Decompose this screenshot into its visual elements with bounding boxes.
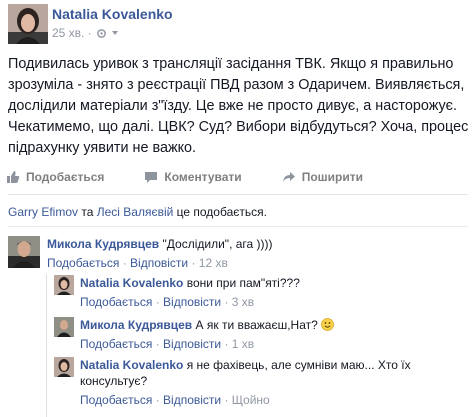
comment: Микола Кудрявцев "Дослідили", ага )))) П… bbox=[47, 236, 467, 271]
meta-separator: · bbox=[221, 337, 232, 351]
reply-avatar[interactable] bbox=[54, 275, 74, 295]
meta-separator: · bbox=[152, 295, 164, 309]
comment-icon bbox=[145, 172, 158, 183]
reply: Микола Кудрявцев А як ти вважаєш,Нат? По… bbox=[80, 317, 470, 352]
comment-like-link[interactable]: Подобається bbox=[47, 256, 119, 270]
meta-separator: · bbox=[152, 337, 164, 351]
comment-meta: Подобається · Відповісти · 12 хв bbox=[47, 255, 467, 271]
likes-summary: Garry Efimov та Лесі Валяєвій це подобає… bbox=[8, 205, 267, 219]
post-actions-bar: Подобається Коментувати Поширити bbox=[6, 170, 403, 184]
avatar-photo bbox=[54, 317, 74, 337]
meta-separator: · bbox=[152, 393, 164, 407]
reply: Natalia Kovalenko я не фахівець, але сум… bbox=[80, 357, 470, 408]
meta-separator: · bbox=[221, 295, 232, 309]
reply-meta: Подобається · Відповісти · Щойно bbox=[80, 392, 470, 408]
reply-meta: Подобається · Відповісти · 1 хв bbox=[80, 336, 470, 352]
comment-author[interactable]: Микола Кудрявцев bbox=[47, 237, 159, 251]
meta-separator: · bbox=[119, 256, 131, 270]
like-icon bbox=[7, 171, 20, 183]
reply-time[interactable]: 1 хв bbox=[232, 337, 254, 351]
comment-time[interactable]: 12 хв bbox=[199, 256, 228, 270]
divider bbox=[8, 194, 468, 195]
share-icon bbox=[282, 172, 295, 182]
reply-like-link[interactable]: Подобається bbox=[80, 393, 152, 407]
smiley-icon bbox=[321, 318, 335, 331]
comment-label: Коментувати bbox=[164, 170, 242, 184]
like-button[interactable]: Подобається bbox=[6, 170, 104, 184]
reply-reply-link[interactable]: Відповісти bbox=[163, 295, 221, 309]
reply-like-link[interactable]: Подобається bbox=[80, 295, 152, 309]
reply-author[interactable]: Natalia Kovalenko bbox=[80, 358, 183, 372]
reply-avatar[interactable] bbox=[54, 357, 74, 377]
reply-text: вони при пам"яті??? bbox=[186, 276, 300, 290]
share-label: Поширити bbox=[301, 170, 363, 184]
post-time[interactable]: 25 хв. · bbox=[52, 26, 92, 40]
reply-reply-link[interactable]: Відповісти bbox=[163, 393, 221, 407]
avatar-photo bbox=[8, 236, 40, 268]
reply-reply-link[interactable]: Відповісти bbox=[163, 337, 221, 351]
reply-text: А як ти вважаєш,Нат? bbox=[195, 318, 318, 332]
avatar-photo bbox=[54, 357, 74, 377]
gear-icon[interactable] bbox=[96, 28, 107, 39]
reply-like-link[interactable]: Подобається bbox=[80, 337, 152, 351]
share-button[interactable]: Поширити bbox=[282, 170, 363, 184]
reply-author[interactable]: Natalia Kovalenko bbox=[80, 276, 183, 290]
reply-time: Щойно bbox=[231, 393, 270, 407]
meta-separator: · bbox=[188, 256, 199, 270]
replies-thread-line bbox=[46, 274, 47, 417]
liker-link[interactable]: Лесі Валяєвій bbox=[97, 205, 174, 219]
post-meta: 25 хв. · bbox=[52, 26, 119, 40]
comment-button[interactable]: Коментувати bbox=[144, 170, 242, 184]
reply-author[interactable]: Микола Кудрявцев bbox=[80, 318, 192, 332]
post-text: Подивилась уривок з трансляції засідання… bbox=[8, 56, 469, 156]
like-label: Подобається bbox=[26, 170, 105, 184]
comment-text: "Дослідили", ага )))) bbox=[162, 237, 273, 251]
reply-avatar[interactable] bbox=[54, 317, 74, 337]
post-author-avatar[interactable] bbox=[8, 4, 48, 44]
reply: Natalia Kovalenko вони при пам"яті??? По… bbox=[80, 275, 470, 310]
avatar-photo bbox=[8, 4, 48, 44]
caret-down-icon[interactable] bbox=[111, 29, 119, 37]
meta-separator: · bbox=[221, 393, 232, 407]
reply-time[interactable]: 3 хв bbox=[232, 295, 254, 309]
divider bbox=[8, 226, 468, 227]
post-author-name[interactable]: Natalia Kovalenko bbox=[52, 6, 173, 22]
comment-reply-link[interactable]: Відповісти bbox=[130, 256, 188, 270]
avatar-photo bbox=[54, 275, 74, 295]
reply-meta: Подобається · Відповісти · 3 хв bbox=[80, 294, 470, 310]
likes-and: та bbox=[78, 205, 97, 219]
comment-avatar[interactable] bbox=[8, 236, 40, 268]
likes-suffix: це подобається. bbox=[173, 205, 267, 219]
liker-link[interactable]: Garry Efimov bbox=[8, 205, 78, 219]
